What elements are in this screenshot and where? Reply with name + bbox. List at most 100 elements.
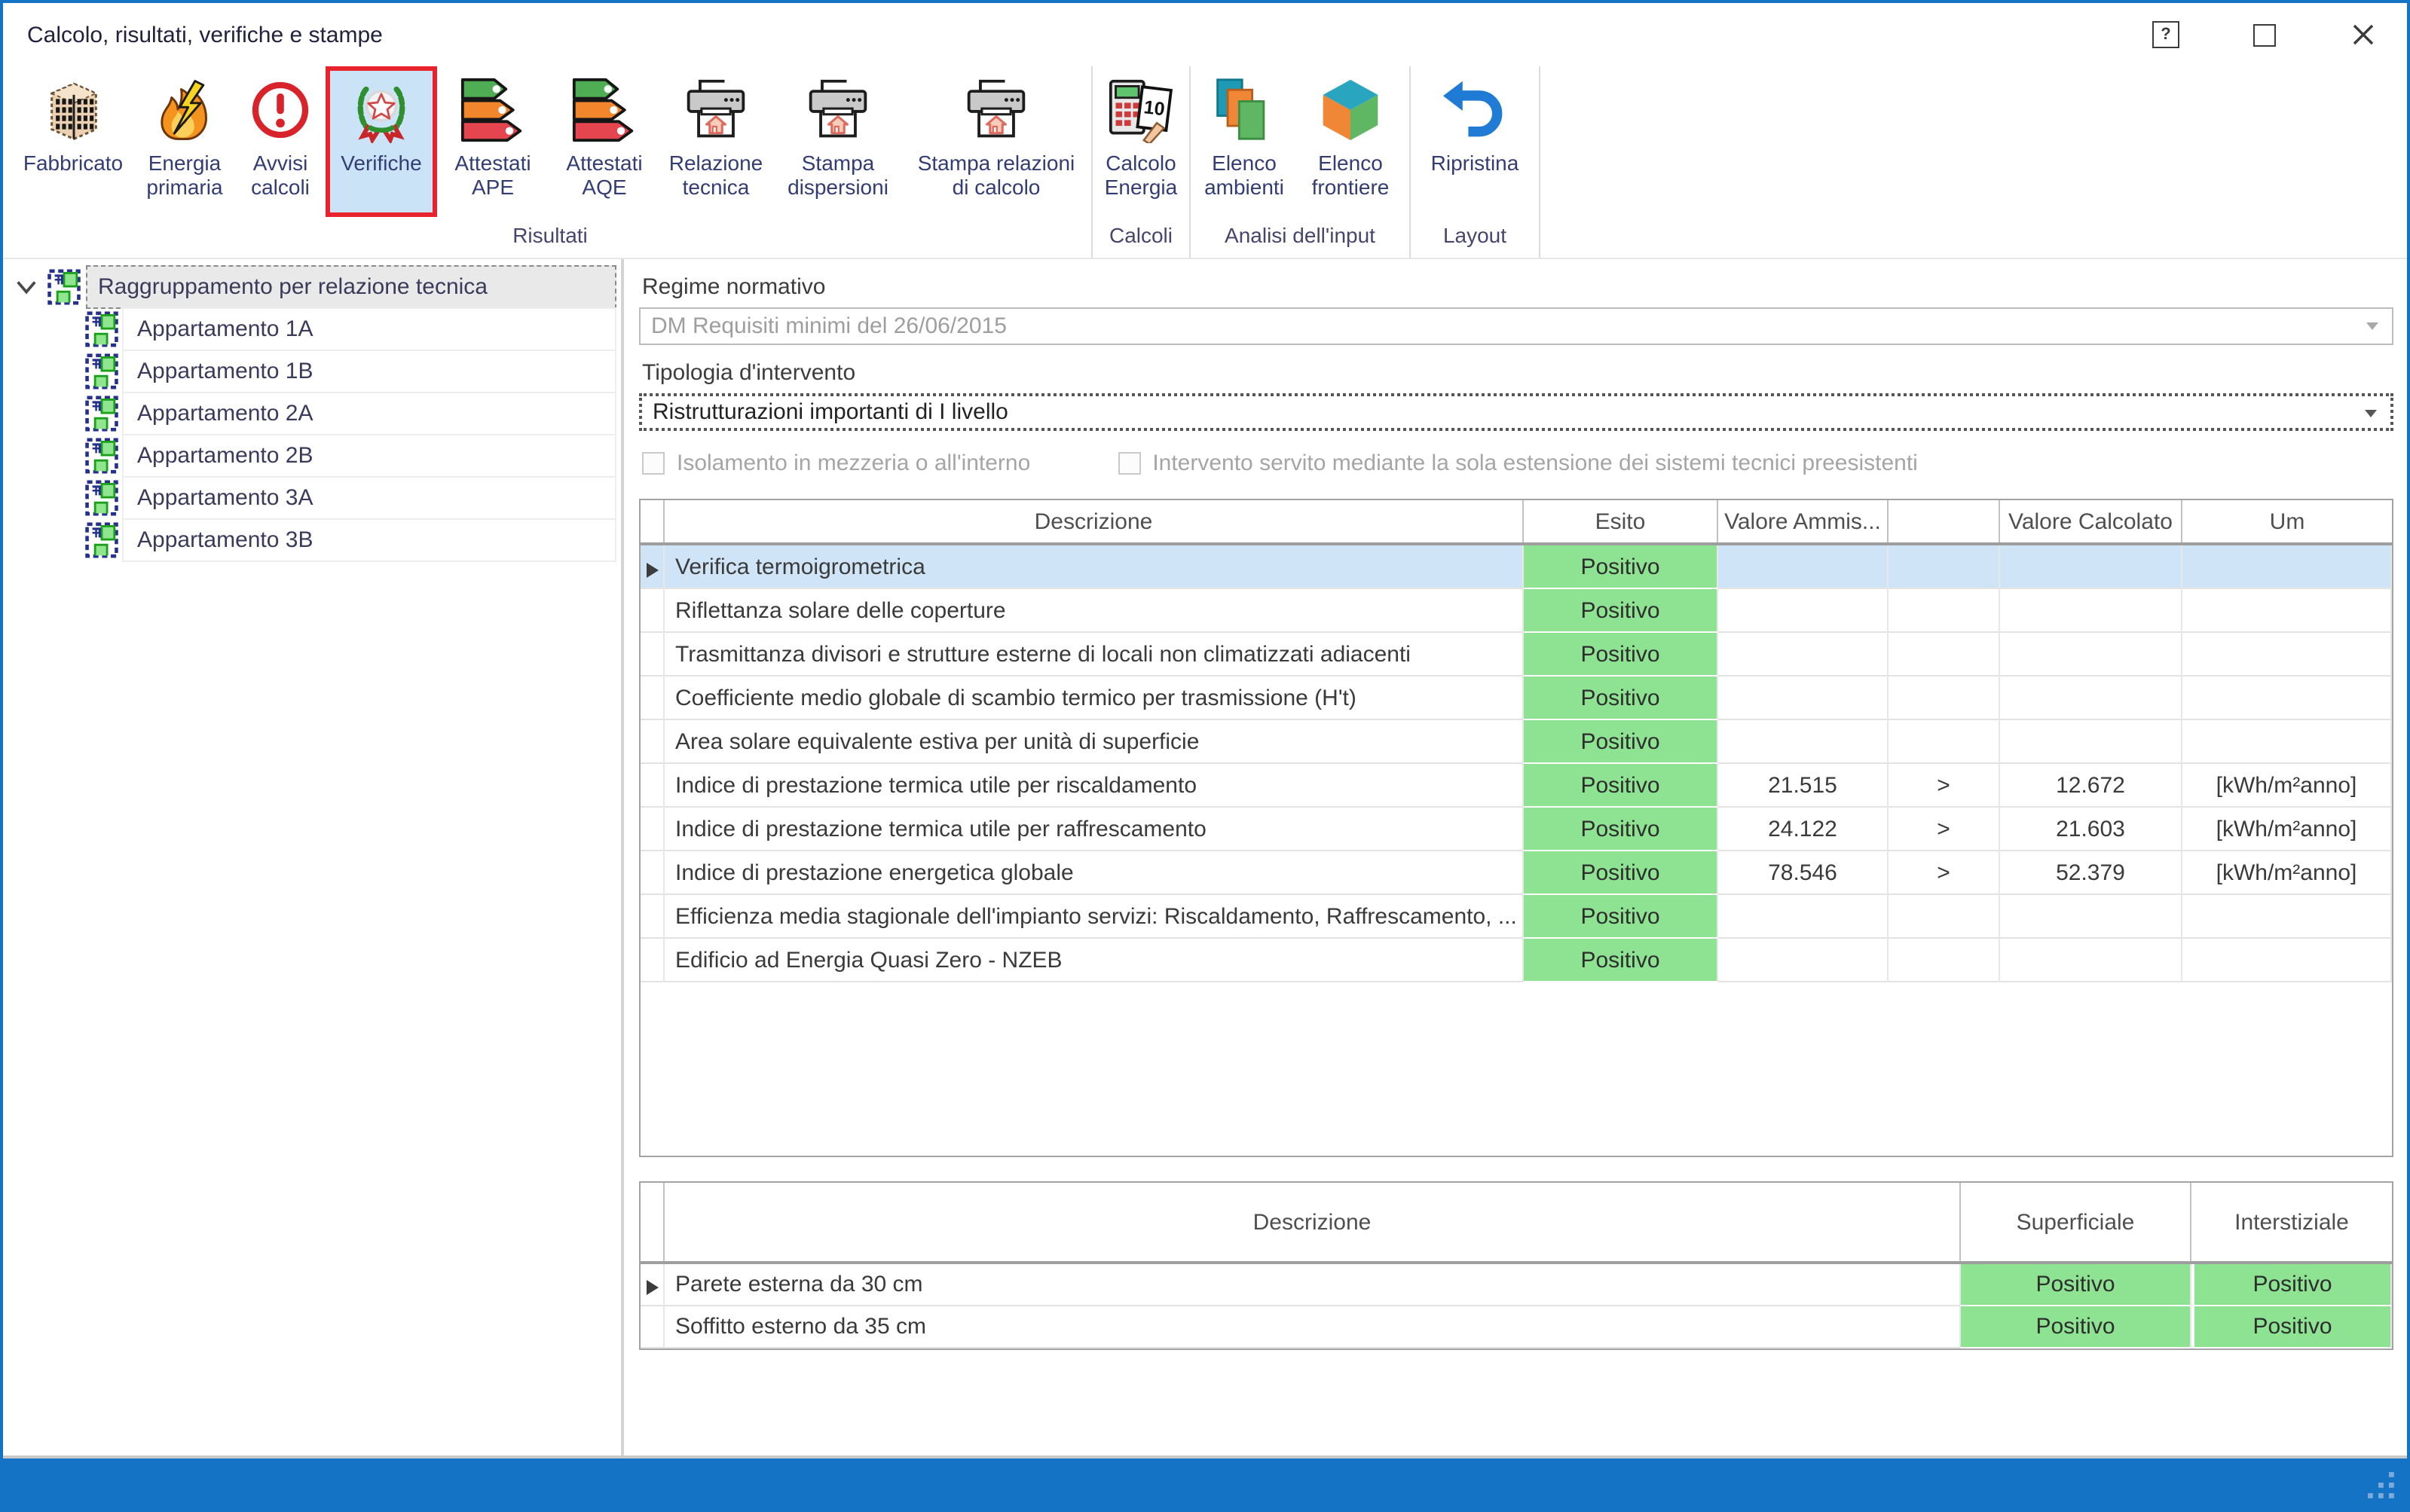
toolbar-button-label: CalcoloEnergia (1105, 151, 1178, 199)
toolbar-group-risultati: FabbricatoEnergiaprimariaAvvisicalcoliVe… (9, 66, 1093, 258)
tree-item-label: Appartamento 3B (137, 527, 313, 553)
printer-icon (803, 77, 873, 143)
column-header-row-indicator[interactable] (641, 1183, 665, 1261)
energy-tags-icon (570, 77, 639, 143)
row-indicator-cell (641, 764, 665, 808)
printer-icon (681, 77, 751, 143)
cell-operatore (1889, 545, 2000, 589)
toolbar-group-calcoli: 10CalcoloEnergiaCalcoli (1093, 66, 1191, 258)
cell-descrizione: Parete esterna da 30 cm (665, 1264, 1961, 1306)
checkbox-icon[interactable] (1118, 451, 1140, 474)
column-header-um[interactable]: Um (2182, 500, 2392, 542)
row-indicator-cell (641, 939, 665, 982)
verifiche-row-efficienza-media-stagionale-dell-impiant[interactable]: Efficienza media stagionale dell'impiant… (641, 895, 2392, 939)
cell-um (2182, 895, 2392, 939)
help-button[interactable]: ? (2152, 21, 2179, 48)
checkbox-icon[interactable] (642, 451, 665, 474)
verifiche-row-edificio-ad-energia-quasi-zero-nzeb[interactable]: Edificio ad Energia Quasi Zero - NZEBPos… (641, 939, 2392, 982)
tree-item-appartamento-3a[interactable]: Appartamento 3A (122, 476, 616, 520)
verifiche-row-area-solare-equivalente-estiva-per-unit-[interactable]: Area solare equivalente estiva per unità… (641, 720, 2392, 764)
toolbar-button-elenco-frontiere[interactable]: Elencofrontiere (1295, 66, 1406, 217)
verifiche-grid-header: DescrizioneEsitoValore Ammis... Valore Ca… (641, 500, 2392, 545)
cell-descrizione: Trasmittanza divisori e strutture estern… (665, 633, 1524, 677)
toolbar-button-label: Relazionetecnica (669, 151, 763, 199)
condensa-row-parete-esterna-da-30-cm[interactable]: Parete esterna da 30 cmPositivoPositivo (641, 1264, 2392, 1306)
content-area: Raggruppamento per relazione tecnica App… (3, 259, 2407, 1458)
cell-descrizione: Edificio ad Energia Quasi Zero - NZEB (665, 939, 1524, 982)
tree-item-appartamento-1a[interactable]: Appartamento 1A (122, 307, 616, 351)
checkbox-isolamento[interactable]: Isolamento in mezzeria o all'interno (642, 450, 1030, 475)
column-header-interstiziale[interactable]: Interstiziale (2191, 1183, 2392, 1261)
verifiche-row-verifica-termoigrometrica[interactable]: Verifica termoigrometricaPositivo (641, 545, 2392, 589)
verifiche-row-coefficiente-medio-globale-di-scambio-te[interactable]: Coefficiente medio globale di scambio te… (641, 677, 2392, 720)
tree-item-label: Appartamento 2A (137, 401, 313, 426)
verifiche-row-trasmittanza-divisori-e-strutture-estern[interactable]: Trasmittanza divisori e strutture estern… (641, 633, 2392, 677)
column-header-superficiale[interactable]: Superficiale (1961, 1183, 2191, 1261)
verifiche-row-indice-di-prestazione-termica-utile-per-[interactable]: Indice di prestazione termica utile per … (641, 764, 2392, 808)
emblem-icon (347, 77, 416, 143)
toolbar-group-analisi-dell-input: ElencoambientiElencofrontiereAnalisi del… (1191, 66, 1411, 258)
toolbar-button-stampa-dispersioni[interactable]: Stampadispersioni (772, 66, 904, 217)
toolbar-button-attestati-ape[interactable]: AttestatiAPE (437, 66, 549, 217)
toolbar-button-attestati-aqe[interactable]: AttestatiAQE (549, 66, 660, 217)
tree-root-label[interactable]: Raggruppamento per relazione tecnica (86, 265, 616, 309)
cell-valore-calcolato (2000, 633, 2182, 677)
column-header-valore-ammis[interactable]: Valore Ammis... (1718, 500, 1889, 542)
cube-icon (1316, 77, 1385, 143)
toolbar-button-avvisi-calcoli[interactable]: Avvisicalcoli (235, 66, 326, 217)
cell-esito status-badge: Positivo (1524, 589, 1718, 633)
cell-um (2182, 939, 2392, 982)
floor-plan-icon (84, 437, 119, 475)
tree-item-appartamento-2b[interactable]: Appartamento 2B (122, 434, 616, 478)
checkbox-intervento-servito-label: Intervento servito mediante la sola este… (1152, 450, 1918, 475)
column-header-row-indicator[interactable] (641, 500, 665, 542)
resize-grip[interactable] (2366, 1470, 2398, 1501)
maximize-button[interactable] (2253, 23, 2276, 46)
column-header-descrizione[interactable]: Descrizione (665, 500, 1524, 542)
cell-valore-calcolato (2000, 589, 2182, 633)
toolbar-button-label: AttestatiAQE (566, 151, 642, 199)
tipologia-intervento-combobox[interactable]: Ristrutturazioni importanti di I livello (639, 393, 2393, 431)
cell-valore-ammissibile (1718, 895, 1889, 939)
column-header-descrizione[interactable]: Descrizione (665, 1183, 1961, 1261)
toolbar-button-label: Stampa relazionidi calcolo (918, 151, 1075, 199)
cell-valore-ammissibile (1718, 633, 1889, 677)
column-header-esito[interactable]: Esito (1524, 500, 1718, 542)
toolbar-button-stampa-relazioni-di-calcolo[interactable]: Stampa relazionidi calcolo (904, 66, 1088, 217)
toolbar-group-caption-calcoli: Calcoli (1096, 220, 1186, 256)
dropdown-arrow-icon[interactable] (2365, 410, 2377, 417)
cell-interstiziale status-badge: Positivo (2191, 1306, 2392, 1349)
regime-normativo-value: DM Requisiti minimi del 26/06/2015 (651, 313, 1007, 339)
toolbar-button-energia-primaria[interactable]: Energiaprimaria (134, 66, 235, 217)
toolbar-button-calcolo-energia[interactable]: 10CalcoloEnergia (1096, 66, 1186, 217)
cell-descrizione: Verifica termoigrometrica (665, 545, 1524, 589)
chevron-down-icon[interactable] (15, 279, 38, 295)
toolbar-button-ripristina[interactable]: Ripristina (1414, 66, 1536, 217)
verifiche-row-riflettanza-solare-delle-coperture[interactable]: Riflettanza solare delle coperturePositi… (641, 589, 2392, 633)
toolbar-button-relazione-tecnica[interactable]: Relazionetecnica (660, 66, 772, 217)
tree-item-appartamento-1b[interactable]: Appartamento 1B (122, 350, 616, 393)
tree-item-appartamento-3b[interactable]: Appartamento 3B (122, 518, 616, 562)
close-button[interactable] (2350, 21, 2377, 48)
verifiche-row-indice-di-prestazione-energetica-globale[interactable]: Indice di prestazione energetica globale… (641, 851, 2392, 895)
toolbar-button-fabbricato[interactable]: Fabbricato (12, 66, 134, 217)
row-indicator-cell (641, 808, 665, 851)
toolbar-button-elenco-ambienti[interactable]: Elencoambienti (1194, 66, 1295, 217)
cell-superficiale status-badge: Positivo (1961, 1264, 2191, 1306)
row-indicator-cell (641, 677, 665, 720)
floor-plan-icon (84, 395, 119, 432)
column-header-row-indicator[interactable] (1889, 500, 2000, 542)
dropdown-arrow-icon[interactable] (2366, 322, 2378, 330)
column-header-valore-calcolato[interactable]: Valore Calcolato (2000, 500, 2182, 542)
toolbar-button-verifiche[interactable]: Verifiche (326, 66, 437, 217)
cell-descrizione: Coefficiente medio globale di scambio te… (665, 677, 1524, 720)
regime-normativo-combobox[interactable]: DM Requisiti minimi del 26/06/2015 (639, 307, 2393, 345)
energy-tags-icon (458, 77, 528, 143)
tree-item-label: Appartamento 3A (137, 485, 313, 511)
tree-root-node[interactable]: Raggruppamento per relazione tecnica (3, 265, 621, 309)
checkbox-intervento-servito[interactable]: Intervento servito mediante la sola este… (1118, 450, 1918, 475)
cell-esito status-badge: Positivo (1524, 677, 1718, 720)
condensa-row-soffitto-esterno-da-35-cm[interactable]: Soffitto esterno da 35 cmPositivoPositiv… (641, 1306, 2392, 1349)
tree-item-appartamento-2a[interactable]: Appartamento 2A (122, 392, 616, 435)
verifiche-row-indice-di-prestazione-termica-utile-per-[interactable]: Indice di prestazione termica utile per … (641, 808, 2392, 851)
